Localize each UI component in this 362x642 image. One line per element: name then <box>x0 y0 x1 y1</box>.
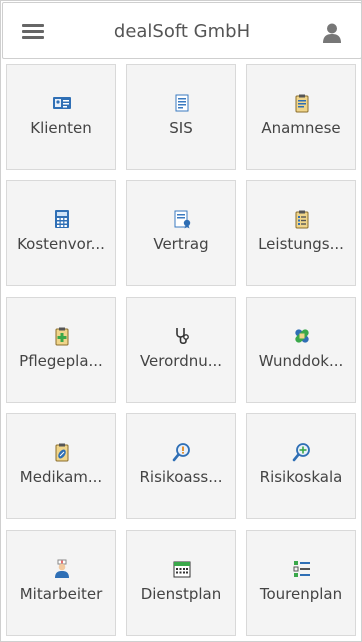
magnifier-plus-icon <box>292 442 312 462</box>
tile-risikoass[interactable]: Risikoass... <box>126 413 236 519</box>
tile-risikoskala[interactable]: Risikoskala <box>246 413 356 519</box>
tile-kostenvor[interactable]: Kostenvor... <box>6 180 116 286</box>
tile-label: Tourenplan <box>259 585 343 603</box>
tile-vertrag[interactable]: Vertrag <box>126 180 236 286</box>
tile-leistungs[interactable]: Leistungs... <box>246 180 356 286</box>
calculator-icon <box>52 209 72 229</box>
stethoscope-icon <box>172 326 192 346</box>
hamburger-menu-icon[interactable] <box>22 21 44 41</box>
header-bar: dealSoft GmbH <box>2 2 362 59</box>
tile-klienten[interactable]: Klienten <box>6 64 116 170</box>
tile-label: Risikoskala <box>259 468 343 486</box>
tile-label: Verordnu... <box>139 352 223 370</box>
tile-mitarbeiter[interactable]: Mitarbeiter <box>6 530 116 636</box>
tile-medikam[interactable]: Medikam... <box>6 413 116 519</box>
tile-label: Dienstplan <box>140 585 222 603</box>
tile-wunddok[interactable]: Wunddok... <box>246 297 356 403</box>
client-card-icon <box>52 93 72 113</box>
nurse-icon <box>52 559 72 579</box>
contract-icon <box>172 209 192 229</box>
medication-clipboard-icon <box>52 442 72 462</box>
bandage-icon <box>292 326 312 346</box>
tile-verordnu[interactable]: Verordnu... <box>126 297 236 403</box>
tile-sis[interactable]: SIS <box>126 64 236 170</box>
user-icon[interactable] <box>321 22 343 44</box>
tile-label: Risikoass... <box>139 468 223 486</box>
calendar-icon <box>172 559 192 579</box>
magnifier-warning-icon <box>172 442 192 462</box>
clipboard-list-icon <box>292 209 312 229</box>
tile-label: Klienten <box>30 119 92 137</box>
medical-clipboard-icon <box>52 326 72 346</box>
clipboard-icon <box>292 93 312 113</box>
tile-label: Vertrag <box>153 235 209 253</box>
tile-label: Kostenvor... <box>17 235 105 253</box>
tile-anamnese[interactable]: Anamnese <box>246 64 356 170</box>
tile-label: Mitarbeiter <box>19 585 103 603</box>
page-title: dealSoft GmbH <box>113 21 251 42</box>
tile-tourenplan[interactable]: Tourenplan <box>246 530 356 636</box>
tile-label: Medikam... <box>19 468 103 486</box>
document-icon <box>172 93 192 113</box>
tile-label: Wunddok... <box>258 352 344 370</box>
checklist-icon <box>292 559 312 579</box>
tile-dienstplan[interactable]: Dienstplan <box>126 530 236 636</box>
tile-pflegepla[interactable]: Pflegepla... <box>6 297 116 403</box>
tile-label: Pflegepla... <box>19 352 103 370</box>
tile-label: Anamnese <box>261 119 341 137</box>
tile-label: Leistungs... <box>258 235 344 253</box>
tile-label: SIS <box>169 119 193 137</box>
